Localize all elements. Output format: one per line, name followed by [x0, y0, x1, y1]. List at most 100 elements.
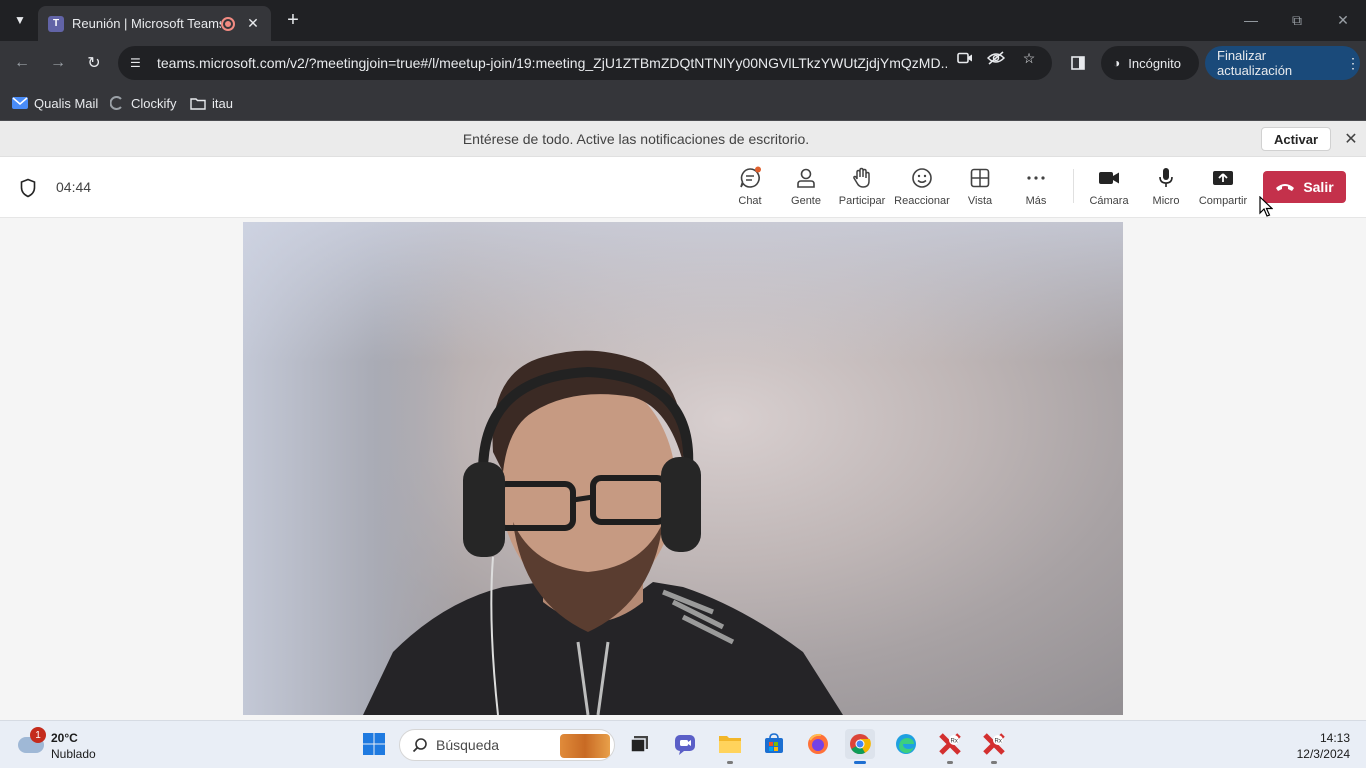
camera-icon: [1096, 165, 1122, 191]
url-text: teams.microsoft.com/v2/?meetingjoin=true…: [157, 55, 947, 71]
view-label: Vista: [967, 195, 993, 207]
start-button[interactable]: [359, 729, 389, 759]
raise-hand-button[interactable]: Participar: [838, 165, 886, 215]
activate-notifications-button[interactable]: Activar: [1261, 127, 1331, 151]
more-label: Más: [1025, 195, 1047, 207]
raise-hand-icon: [849, 165, 875, 191]
eye-off-icon[interactable]: [986, 49, 1006, 67]
taskbar-file-explorer[interactable]: [715, 729, 745, 764]
taskbar-app-rx-2[interactable]: Rx: [979, 729, 1009, 764]
mouse-cursor-icon: [1259, 196, 1273, 217]
recording-icon: [221, 16, 235, 31]
share-button[interactable]: Compartir: [1197, 165, 1249, 215]
minimize-icon[interactable]: —: [1228, 6, 1274, 34]
react-button[interactable]: Reaccionar: [894, 165, 950, 215]
clock-date: 12/3/2024: [1296, 747, 1350, 761]
bookmark-qualis-mail[interactable]: Qualis Mail: [12, 93, 98, 113]
running-indicator: [947, 761, 953, 764]
browser-tab-bar: ▼ T Reunión | Microsoft Teams ✕ + — ⧉ ✕: [0, 0, 1366, 41]
bookmark-label: itau: [212, 95, 233, 111]
grid-view-icon: [967, 165, 993, 191]
people-label: Gente: [791, 195, 821, 207]
store-icon: [765, 733, 783, 753]
window-close-icon[interactable]: ✕: [1320, 6, 1366, 34]
incognito-indicator[interactable]: ◑ Incógnito: [1101, 46, 1199, 80]
notification-text: Entérese de todo. Active las notificacio…: [462, 131, 810, 147]
notification-badge: 1: [30, 727, 46, 743]
clock-time: 14:13: [1319, 731, 1350, 745]
windows-taskbar: 1 20°C Nublado Búsqueda Rx Rx 14:13 12/3…: [0, 720, 1366, 768]
task-view-icon: [630, 736, 648, 753]
rx-app-icon: Rx: [983, 733, 1005, 755]
people-button[interactable]: Gente: [788, 165, 824, 215]
weather-widget[interactable]: 1 20°C Nublado: [16, 727, 116, 763]
camera-label: Cámara: [1089, 195, 1129, 207]
chat-label: Chat: [738, 195, 762, 207]
temperature: 20°C: [51, 731, 78, 745]
new-tab-icon[interactable]: +: [282, 8, 304, 32]
taskbar-search[interactable]: Búsqueda: [399, 729, 615, 761]
finish-update-label: Finalizar actualización: [1217, 48, 1293, 78]
finish-update-button[interactable]: Finalizar actualización ⋮: [1205, 46, 1360, 80]
address-bar[interactable]: ☰ teams.microsoft.com/v2/?meetingjoin=tr…: [118, 46, 1052, 80]
microphone-icon: [1153, 165, 1179, 191]
meeting-toolbar: 04:44 Chat Gente Participar Reaccionar V…: [0, 157, 1366, 218]
bookmark-label: Clockify: [131, 95, 177, 111]
incognito-label: Incógnito: [1128, 55, 1182, 71]
chat-button[interactable]: Chat: [732, 165, 768, 215]
participant-figure: [363, 350, 843, 715]
toolbar-divider: [1073, 169, 1074, 203]
tab-search-chevron-icon[interactable]: ▼: [8, 8, 32, 32]
side-panel-icon[interactable]: [1068, 53, 1088, 73]
more-icon: [1023, 165, 1049, 191]
taskbar-edge[interactable]: [891, 729, 921, 759]
tab-close-icon[interactable]: ✕: [245, 15, 261, 32]
bookmark-itau[interactable]: itau: [190, 93, 233, 113]
mail-icon: [12, 96, 28, 110]
bookmark-clockify[interactable]: Clockify: [109, 93, 177, 113]
camera-in-use-icon[interactable]: [955, 49, 975, 67]
running-indicator: [991, 761, 997, 764]
meeting-timer: 04:44: [56, 179, 92, 195]
taskbar-app-rx-1[interactable]: Rx: [935, 729, 965, 764]
hang-up-icon: [1276, 184, 1295, 191]
shield-icon[interactable]: [19, 178, 37, 198]
rx-app-icon: Rx: [939, 733, 961, 755]
emoji-icon: [909, 165, 935, 191]
svg-text:Rx: Rx: [995, 739, 1002, 745]
back-icon[interactable]: ←: [10, 51, 34, 75]
task-view-button[interactable]: [625, 729, 655, 759]
forward-icon[interactable]: →: [46, 51, 70, 75]
teams-logo-icon: T: [48, 15, 64, 32]
bookmark-star-icon[interactable]: ☆: [1019, 49, 1039, 67]
teams-chat-icon: [675, 735, 695, 755]
raise-hand-label: Participar: [838, 195, 886, 207]
chrome-icon: [850, 734, 871, 755]
taskbar-firefox[interactable]: [803, 729, 833, 759]
site-settings-icon[interactable]: ☰: [130, 56, 148, 70]
taskbar-teams-chat[interactable]: [670, 729, 700, 759]
reload-icon[interactable]: ↻: [82, 51, 106, 75]
firefox-icon: [808, 733, 828, 754]
browser-tab[interactable]: T Reunión | Microsoft Teams ✕: [38, 6, 271, 41]
microphone-label: Micro: [1152, 195, 1180, 207]
view-button[interactable]: Vista: [962, 165, 998, 215]
participant-video[interactable]: [243, 222, 1123, 715]
system-clock[interactable]: 14:13 12/3/2024: [1280, 730, 1350, 762]
more-button[interactable]: Más: [1018, 165, 1054, 215]
edge-icon: [896, 734, 916, 754]
leave-label: Salir: [1303, 179, 1334, 195]
chat-icon: [737, 165, 763, 191]
notification-close-icon[interactable]: ✕: [1342, 130, 1360, 148]
search-highlight-image: [560, 734, 610, 758]
folder-icon: [190, 96, 206, 110]
share-label: Compartir: [1198, 195, 1248, 207]
leave-button[interactable]: Salir: [1263, 171, 1346, 203]
microphone-button[interactable]: Micro: [1148, 165, 1184, 215]
restore-icon[interactable]: ⧉: [1274, 6, 1320, 34]
taskbar-chrome[interactable]: [845, 729, 875, 764]
camera-button[interactable]: Cámara: [1089, 165, 1129, 215]
browser-menu-icon[interactable]: ⋮: [1346, 55, 1360, 72]
weather-condition: Nublado: [51, 747, 96, 761]
taskbar-store[interactable]: [759, 729, 789, 759]
